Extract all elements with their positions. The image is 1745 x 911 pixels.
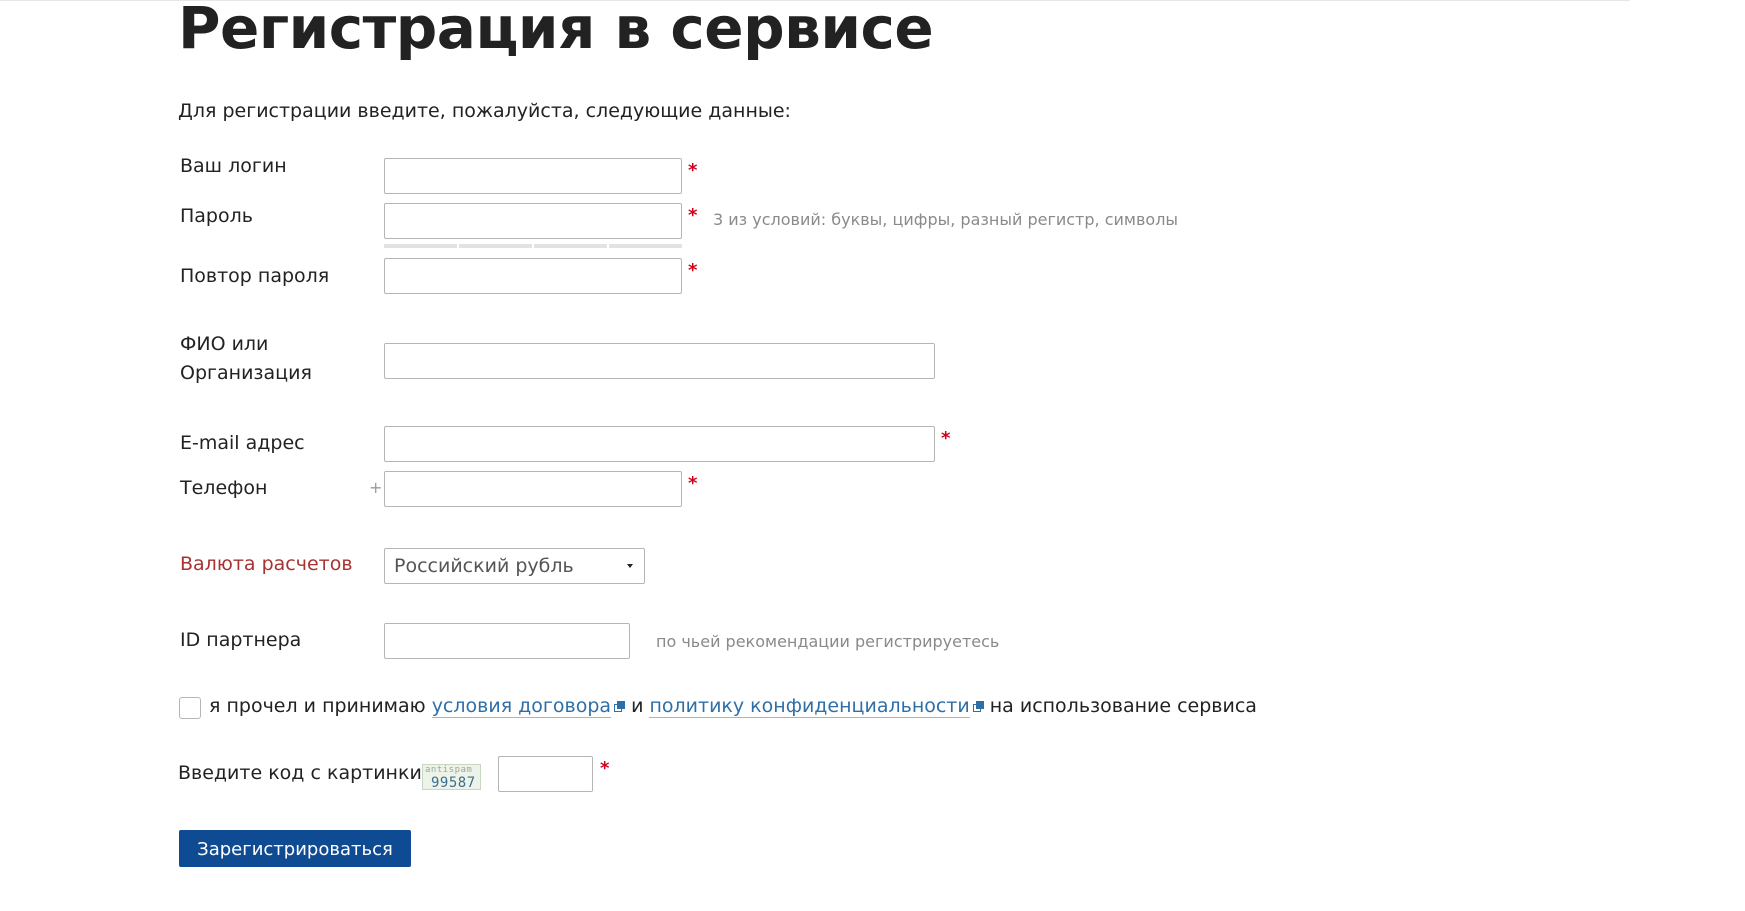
email-required-mark: *: [941, 428, 951, 449]
intro-text: Для регистрации введите, пожалуйста, сле…: [178, 100, 791, 122]
captcha-image-code: 99587: [431, 775, 476, 790]
password-repeat-required-mark: *: [688, 260, 698, 281]
agreement-text-middle: и: [631, 695, 644, 717]
currency-label: Валюта расчетов: [180, 553, 353, 575]
currency-selected-value: Российский рубль: [394, 555, 574, 577]
register-button[interactable]: Зарегистрироваться: [179, 830, 411, 867]
strength-segment: [384, 244, 457, 248]
login-required-mark: *: [688, 160, 698, 181]
external-link-icon: [972, 701, 985, 713]
password-repeat-label: Повтор пароля: [180, 265, 330, 287]
password-repeat-input[interactable]: [384, 258, 682, 294]
agreement-text-after: на использование сервиса: [989, 695, 1257, 717]
registration-page: Регистрация в сервисе Для регистрации вв…: [0, 0, 1745, 911]
agreement-text-before: я прочел и принимаю: [209, 695, 426, 717]
fio-label-line2: Организация: [180, 362, 312, 384]
partner-id-hint: по чьей рекомендации регистрируетесь: [656, 632, 1000, 651]
phone-required-mark: *: [688, 473, 698, 494]
currency-select[interactable]: Российский рубль: [384, 548, 645, 584]
email-input[interactable]: [384, 426, 935, 462]
password-strength-meter: [384, 244, 682, 248]
password-label: Пароль: [180, 205, 253, 227]
email-label: E-mail адрес: [180, 432, 305, 454]
privacy-policy-link[interactable]: политику конфиденциальности: [649, 695, 970, 718]
agreement-text: я прочел и принимаю условия договора и по…: [209, 695, 1257, 718]
password-input[interactable]: [384, 203, 682, 239]
strength-segment: [459, 244, 532, 248]
page-title: Регистрация в сервисе: [178, 0, 934, 62]
agreement-checkbox[interactable]: [179, 697, 201, 719]
phone-prefix: +: [369, 478, 383, 497]
login-input[interactable]: [384, 158, 682, 194]
external-link-icon: [614, 701, 626, 713]
partner-id-input[interactable]: [384, 623, 630, 659]
login-label: Ваш логин: [180, 155, 287, 177]
fio-input[interactable]: [384, 343, 935, 379]
password-hint: 3 из условий: буквы, цифры, разный регис…: [713, 210, 1179, 229]
phone-label: Телефон: [180, 477, 268, 499]
captcha-image: antispam 99587: [422, 764, 481, 790]
phone-input[interactable]: [384, 471, 682, 507]
captcha-required-mark: *: [600, 758, 610, 779]
captcha-label: Введите код с картинки: [178, 762, 422, 784]
contract-terms-link[interactable]: условия договора: [431, 695, 612, 718]
captcha-input[interactable]: [498, 756, 593, 792]
captcha-image-top-text: antispam: [425, 765, 473, 775]
chevron-down-icon: [627, 564, 633, 568]
strength-segment: [534, 244, 607, 248]
fio-label-line1: ФИО или: [180, 333, 269, 355]
partner-id-label: ID партнера: [180, 629, 302, 651]
strength-segment: [609, 244, 682, 248]
password-required-mark: *: [688, 205, 698, 226]
